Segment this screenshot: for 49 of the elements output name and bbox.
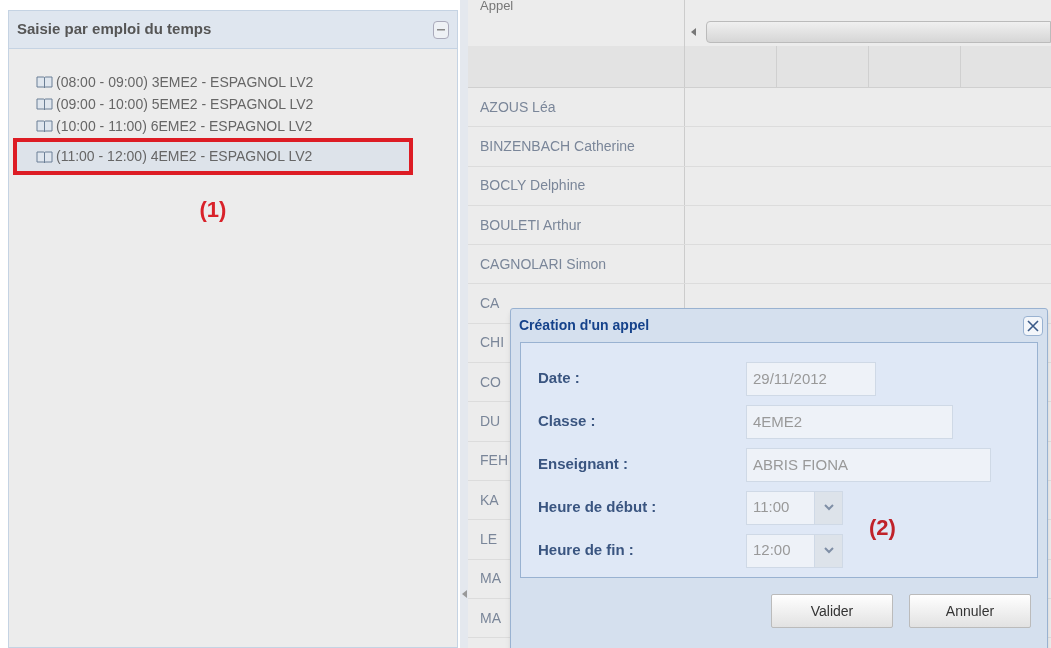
book-icon bbox=[36, 149, 53, 164]
field-label: Heure de fin : bbox=[538, 540, 635, 561]
student-name: CAGNOLARI Simon bbox=[480, 254, 607, 274]
schedule-item[interactable]: (09:00 - 10:00) 5EME2 - ESPAGNOL LV2 bbox=[9, 93, 457, 115]
student-name: CA bbox=[480, 294, 500, 314]
item-label: (09:00 - 10:00) 5EME2 - ESPAGNOL LV2 bbox=[56, 94, 314, 114]
dropdown-icon bbox=[823, 547, 834, 554]
time-select[interactable]: 11:00 bbox=[746, 490, 843, 525]
item-label: (08:00 - 09:00) 3EME2 - ESPAGNOL LV2 bbox=[56, 72, 314, 92]
collapse-arrow-icon[interactable] bbox=[461, 590, 467, 598]
close-button[interactable] bbox=[1023, 315, 1043, 336]
schedule-item[interactable]: (11:00 - 12:00) 4EME2 - ESPAGNOL LV2 bbox=[13, 138, 413, 175]
book-icon bbox=[36, 75, 53, 89]
student-name: LE bbox=[480, 529, 498, 549]
student-name: MA bbox=[480, 608, 501, 628]
student-name: CO bbox=[480, 372, 501, 392]
student-name: AZOUS Léa bbox=[480, 97, 556, 117]
student-name: MA bbox=[480, 569, 501, 589]
item-label: (10:00 - 11:00) 6EME2 - ESPAGNOL LV2 bbox=[56, 116, 313, 136]
schedule-item[interactable]: (10:00 - 11:00) 6EME2 - ESPAGNOL LV2 bbox=[9, 115, 457, 137]
book-icon bbox=[36, 97, 53, 111]
schedule-item[interactable]: (08:00 - 09:00) 3EME2 - ESPAGNOL LV2 bbox=[9, 71, 457, 93]
panel-title: Saisie par emploi du temps bbox=[17, 19, 212, 40]
collapse-button[interactable] bbox=[433, 20, 449, 39]
student-name: KA bbox=[480, 490, 499, 510]
column-header: Appel bbox=[480, 0, 515, 12]
field-label: Enseignant : bbox=[538, 454, 629, 475]
student-name: BOULETI Arthur bbox=[480, 215, 582, 235]
scroll-left-icon[interactable] bbox=[691, 28, 696, 36]
field-label: Date : bbox=[538, 368, 581, 389]
dropdown-icon bbox=[823, 504, 834, 511]
time-select[interactable]: 12:00 bbox=[746, 533, 843, 568]
student-name: BOCLY Delphine bbox=[480, 176, 586, 196]
dialog-title: Création d'un appel bbox=[519, 316, 650, 335]
horizontal-scrollbar[interactable] bbox=[706, 21, 1051, 43]
dialog-button[interactable]: Annuler bbox=[909, 594, 1031, 628]
student-name: CHI bbox=[480, 333, 505, 353]
annotation-label: (1) bbox=[199, 196, 227, 224]
dialog-button[interactable]: Valider bbox=[771, 594, 893, 628]
field-label: Heure de début : bbox=[538, 497, 658, 518]
student-name: BINZENBACH Catherine bbox=[480, 136, 635, 156]
student-name: DU bbox=[480, 412, 501, 431]
book-icon bbox=[36, 119, 53, 133]
field-label: Classe : bbox=[538, 411, 597, 432]
student-name: FEH bbox=[480, 451, 508, 471]
minus-icon bbox=[437, 28, 445, 31]
close-icon bbox=[1027, 319, 1039, 332]
item-label: (11:00 - 12:00) 4EME2 - ESPAGNOL LV2 bbox=[56, 147, 313, 166]
annotation-label: (2) bbox=[869, 514, 896, 542]
